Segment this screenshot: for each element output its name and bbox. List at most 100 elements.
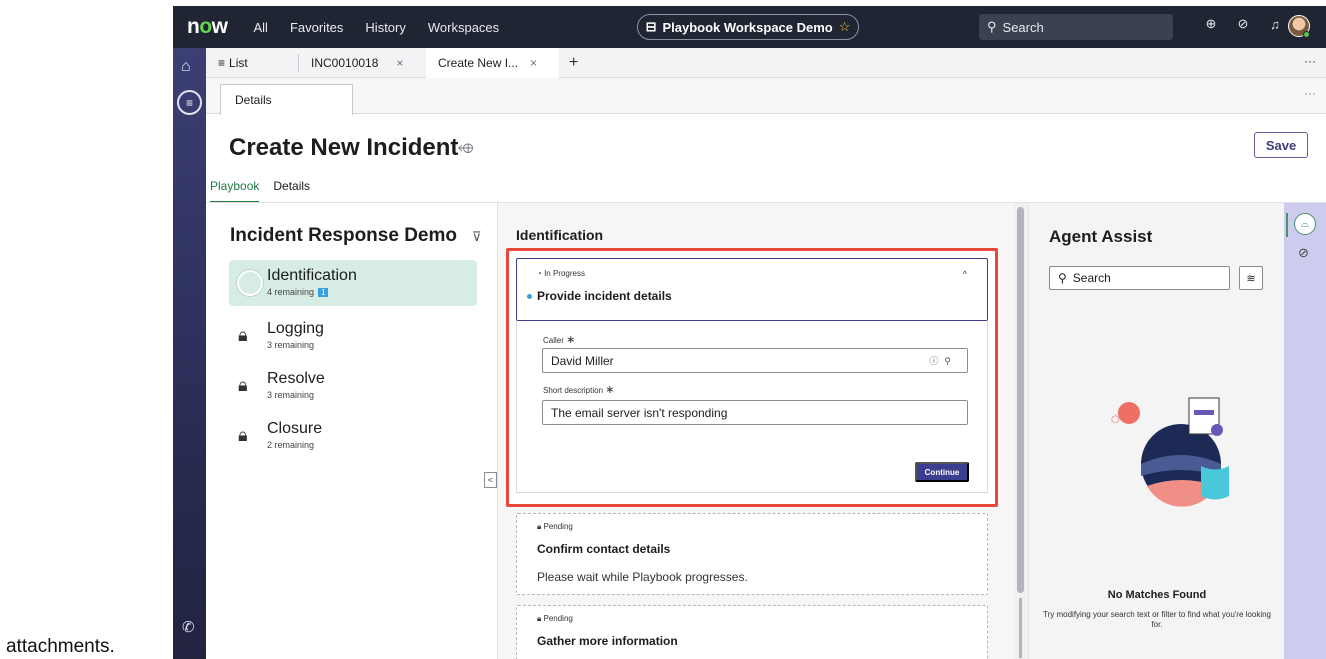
short-description-value: The email server isn't responding	[551, 406, 728, 420]
phone-icon[interactable]: ✆	[182, 618, 195, 636]
list-icon[interactable]: ≡	[177, 90, 202, 115]
caller-label: Caller ∗	[543, 334, 576, 346]
save-button[interactable]: Save	[1254, 132, 1308, 158]
top-icons: ⊕ ⊘ ♫	[1203, 16, 1283, 32]
close-icon[interactable]: ×	[396, 56, 403, 70]
paperclip-icon[interactable]: ⊘	[1298, 245, 1309, 261]
workspace-pill[interactable]: ⊟ Playbook Workspace Demo ☆	[637, 14, 859, 40]
global-search-input[interactable]: ⚲ Search	[979, 14, 1173, 40]
tab-list[interactable]: ≡ List	[206, 48, 298, 78]
search-placeholder: Search	[1002, 19, 1044, 35]
scrollbar-thumb[interactable]	[1017, 207, 1024, 593]
task-card-header[interactable]: ◔ In Progress ^ Provide incident details	[516, 258, 988, 321]
status-in-progress: ◔ In Progress	[537, 269, 585, 278]
task-title: Confirm contact details	[537, 542, 671, 556]
workspace-title: Playbook Workspace Demo	[662, 19, 833, 35]
subtab-details[interactable]: Details	[220, 84, 353, 115]
caller-value: David Miller	[551, 354, 614, 368]
svg-text:○: ○	[1111, 414, 1120, 425]
more-icon[interactable]: ···	[1304, 86, 1316, 100]
list-lines-icon: ≡	[218, 55, 226, 70]
tab-list-label: List	[229, 55, 248, 70]
tab-playbook[interactable]: Playbook	[210, 179, 260, 203]
stage-identification[interactable]: Identification 4 remaining 1	[229, 260, 477, 306]
servicenow-workspace: now All Favorites History Workspaces ⊟ P…	[173, 6, 1326, 659]
record-subtabs: Details ···	[206, 78, 1326, 115]
home-icon[interactable]: ⌂	[181, 58, 191, 76]
short-description-field[interactable]: The email server isn't responding	[542, 400, 968, 425]
add-tab-button[interactable]: +	[559, 54, 588, 72]
active-dot-icon	[527, 294, 532, 299]
pending-task-card[interactable]: 🔒︎ Pending Confirm contact details Pleas…	[516, 513, 988, 595]
info-search-icons[interactable]: ⓘ⚲	[929, 354, 957, 367]
lock-icon: 🔒︎	[238, 375, 248, 395]
search-icon: ⚲	[1058, 271, 1067, 285]
playbook-activities-panel: Identification ◔ In Progress ^ Provide i…	[497, 203, 1014, 659]
tag-icon[interactable]: ⬲	[458, 140, 473, 157]
assist-search-placeholder: Search	[1072, 271, 1111, 285]
task-card-body: Caller ∗ David Miller ⓘ⚲ Short descripti…	[516, 321, 988, 493]
continue-button[interactable]: Continue	[915, 462, 969, 482]
now-logo[interactable]: now	[187, 15, 228, 39]
task-title: Gather more information	[537, 634, 678, 648]
scrollbar[interactable]	[1014, 203, 1028, 659]
close-icon[interactable]: ×	[530, 56, 537, 70]
stage-closure[interactable]: 🔒︎ Closure 2 remaining	[229, 413, 477, 459]
stage-remaining: 2 remaining	[267, 440, 315, 450]
nav-all[interactable]: All	[254, 20, 268, 35]
search-icon: ⚲	[987, 19, 997, 34]
scrollbar-thumb[interactable]	[1019, 598, 1022, 658]
count-badge: 1	[318, 288, 329, 297]
stage-name: Closure	[267, 420, 323, 437]
tab-create-label: Create New I...	[438, 55, 519, 70]
assist-search-input[interactable]: ⚲ Search	[1049, 266, 1230, 290]
stage-name: Resolve	[267, 370, 325, 387]
nav-history[interactable]: History	[365, 20, 405, 35]
more-icon[interactable]: ···	[1304, 54, 1316, 68]
stage-remaining: 3 remaining	[267, 340, 315, 350]
help-icon[interactable]: ⊘	[1235, 16, 1251, 32]
bell-icon[interactable]: ♫	[1267, 17, 1283, 32]
nav-workspaces[interactable]: Workspaces	[428, 20, 499, 35]
agent-assist-panel: Agent Assist ⚲ Search ≋ ○ No Matches Fou…	[1028, 203, 1284, 659]
agent-assist-icon[interactable]: ⌓	[1294, 213, 1316, 235]
stage-logging[interactable]: 🔒︎ Logging 3 remaining	[229, 313, 477, 359]
filter-settings-button[interactable]: ≋	[1239, 266, 1263, 290]
tab-incident-label: INC0010018	[311, 55, 379, 70]
filter-icon[interactable]: ⊽	[472, 229, 482, 245]
caller-field[interactable]: David Miller ⓘ⚲	[542, 348, 968, 373]
chevron-up-icon[interactable]: ^	[963, 269, 967, 279]
caption-text: attachments.	[6, 636, 115, 657]
collapse-panel-button[interactable]: <	[484, 472, 497, 488]
nav-favorites[interactable]: Favorites	[290, 20, 343, 35]
stage-name: Identification	[267, 267, 357, 284]
status-pending: 🔒︎ Pending	[537, 614, 573, 623]
required-icon: ∗	[566, 334, 576, 346]
star-icon[interactable]: ☆	[839, 19, 851, 35]
stage-remaining: 4 remaining 1	[267, 287, 329, 297]
tab-details[interactable]: Details	[273, 179, 310, 203]
stage-resolve[interactable]: 🔒︎ Resolve 3 remaining	[229, 363, 477, 409]
required-icon: ∗	[605, 384, 615, 396]
no-results-illustration-icon: ○	[1111, 397, 1229, 507]
globe-icon[interactable]: ⊕	[1203, 16, 1219, 32]
tab-incident[interactable]: INC0010018 ×	[298, 53, 426, 72]
status-pending: 🔒︎ Pending	[537, 522, 573, 531]
right-rail: ⌓ ⊘	[1284, 203, 1326, 659]
stage-name: Logging	[267, 320, 324, 337]
top-navbar: now All Favorites History Workspaces ⊟ P…	[173, 6, 1326, 48]
lock-icon: 🔒︎	[238, 325, 248, 345]
workspace-tabs: ≡ List INC0010018 × Create New I... × + …	[206, 47, 1326, 78]
pending-task-card[interactable]: 🔒︎ Pending Gather more information	[516, 605, 988, 659]
section-title: Identification	[516, 227, 604, 243]
lock-icon: 🔒︎	[238, 425, 248, 445]
task-message: Please wait while Playbook progresses.	[537, 570, 748, 584]
workspace-icon: ⊟	[645, 19, 657, 34]
no-matches-text: Try modifying your search text or filter…	[1043, 610, 1271, 629]
highlighted-task-card: ◔ In Progress ^ Provide incident details…	[506, 248, 998, 507]
short-description-label: Short description ∗	[543, 384, 615, 396]
tab-create-new-incident[interactable]: Create New I... ×	[426, 47, 559, 78]
active-indicator	[1286, 213, 1288, 237]
stage-remaining: 3 remaining	[267, 390, 315, 400]
screenshot-page: attachments. now All Favorites History W…	[0, 0, 1326, 659]
